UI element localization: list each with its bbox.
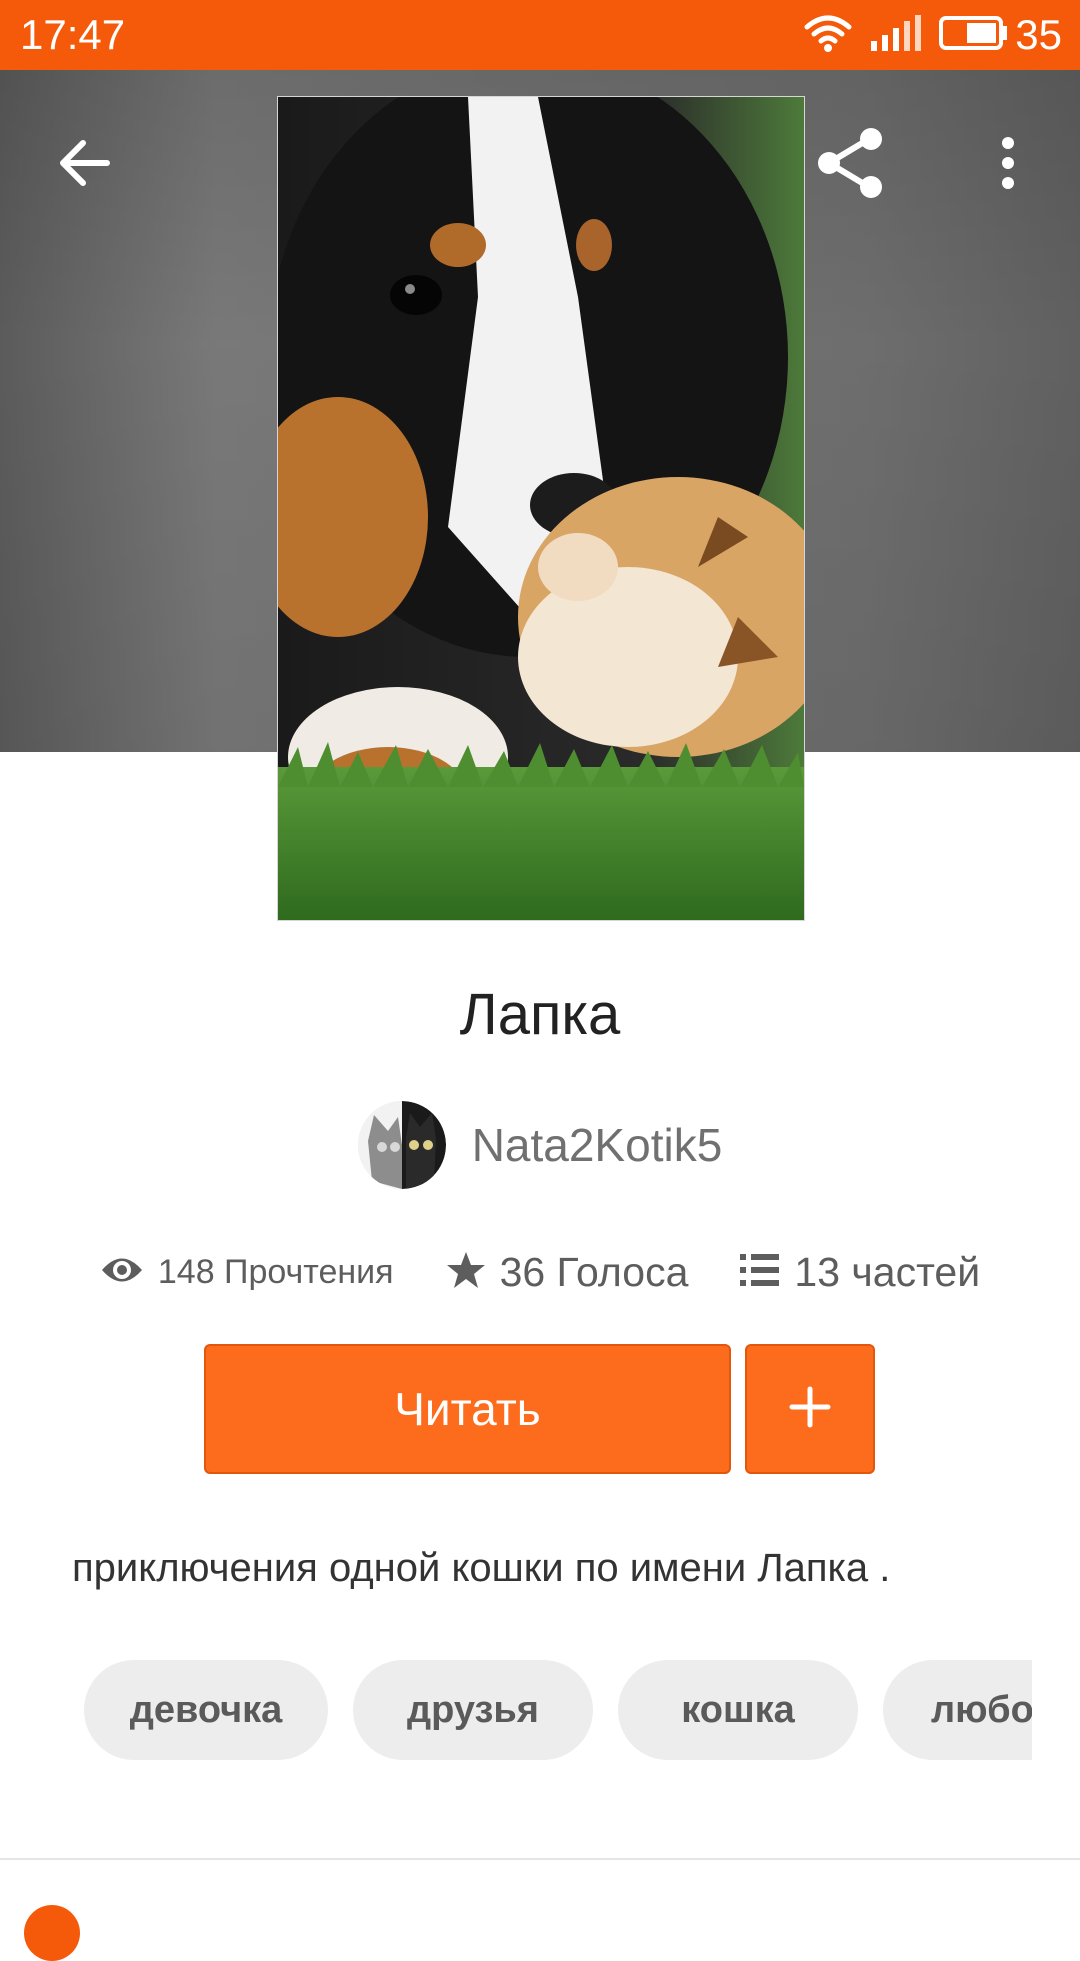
- read-button-label: Читать: [394, 1383, 541, 1435]
- next-section-indicator: [24, 1905, 80, 1961]
- story-cover[interactable]: [277, 96, 805, 921]
- tag-chip[interactable]: девочка: [84, 1660, 328, 1760]
- tag-chip[interactable]: кошка: [618, 1660, 858, 1760]
- read-button[interactable]: Читать: [204, 1344, 731, 1474]
- two-cats-avatar: [357, 1101, 446, 1189]
- wifi-icon: [803, 13, 853, 58]
- tag-chip[interactable]: друзья: [353, 1660, 593, 1760]
- tag-chip[interactable]: любовь: [883, 1660, 1032, 1760]
- parts-stat: 13 частей: [740, 1249, 980, 1296]
- reads-stat: 148 Прочтения: [100, 1253, 394, 1292]
- share-icon: [813, 125, 889, 206]
- parts-count: 13 частей: [794, 1248, 981, 1295]
- story-stats: 148 Прочтения 36 Голоса 13 частей: [0, 1240, 1080, 1304]
- tags-list: девочка друзья кошка любовь: [84, 1660, 1032, 1760]
- more-options-button[interactable]: [963, 120, 1053, 210]
- reads-count: 148 Прочтения: [157, 1252, 394, 1291]
- battery-level: 35: [1015, 11, 1062, 58]
- section-divider: [0, 1858, 1080, 1860]
- battery-icon: [939, 13, 1009, 58]
- status-icons: 35: [803, 12, 1062, 58]
- puppy-and-kitten-cover: [278, 97, 804, 920]
- votes-stat: 36 Голоса: [446, 1248, 689, 1296]
- share-button[interactable]: [806, 120, 896, 210]
- more-vert-icon: [998, 135, 1018, 196]
- plus-icon: [788, 1385, 832, 1434]
- list-icon: [740, 1252, 780, 1293]
- author-link[interactable]: Nata2Kotik5: [0, 1100, 1080, 1190]
- status-bar: 17:47 35: [0, 0, 1080, 70]
- add-to-library-button[interactable]: [745, 1344, 875, 1474]
- tags-scroller[interactable]: девочка друзья кошка любовь: [84, 1660, 1032, 1760]
- star-icon: [446, 1250, 486, 1295]
- back-arrow-icon: [57, 135, 113, 196]
- battery-indicator: 35: [939, 12, 1062, 58]
- story-description: приключения одной кошки по имени Лапка .: [72, 1546, 891, 1590]
- story-title: Лапка: [459, 982, 621, 1047]
- author-name: Nata2Kotik5: [471, 1119, 723, 1171]
- back-button[interactable]: [40, 120, 130, 210]
- status-time: 17:47: [20, 11, 126, 58]
- eye-icon: [100, 1253, 144, 1292]
- votes-count: 36 Голоса: [499, 1248, 689, 1295]
- signal-icon: [869, 13, 923, 58]
